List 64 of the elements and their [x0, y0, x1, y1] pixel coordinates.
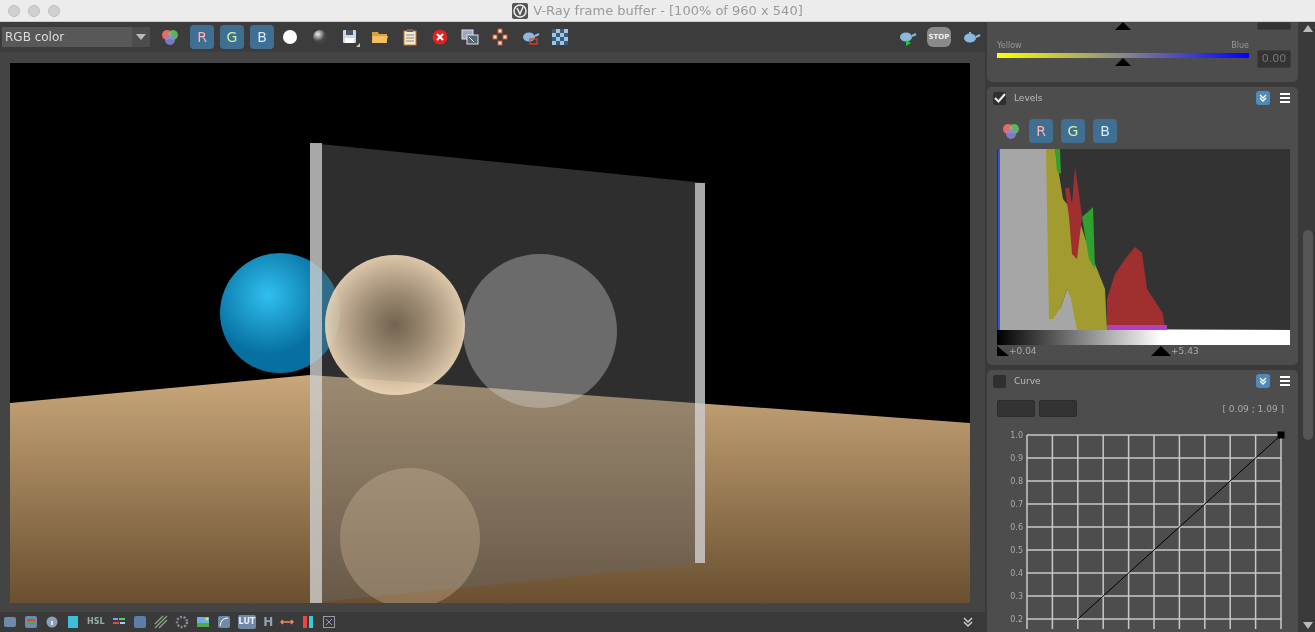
clipboard-icon[interactable]	[400, 27, 420, 47]
balance-slider-track[interactable]	[997, 53, 1249, 58]
scroll-down-icon[interactable]	[1302, 622, 1313, 629]
window-title: V-Ray frame buffer - [100% of 960 x 540]	[533, 3, 803, 18]
double-chevron-down-icon[interactable]	[961, 615, 975, 629]
slider-label: Yellow	[997, 41, 1022, 50]
rounded-square-icon[interactable]	[132, 615, 147, 629]
collapse-icon[interactable]	[1256, 374, 1270, 388]
curve-icon[interactable]	[216, 615, 231, 629]
input-low-value: +0.04	[1009, 346, 1037, 356]
curve-coordinates: [ 0.09 ; 1.09 ]	[1221, 403, 1285, 414]
channel-toggle-button[interactable]: B	[250, 25, 274, 49]
info-icon[interactable]	[45, 615, 59, 629]
gradient-icon[interactable]	[66, 615, 80, 629]
color-circles-icon[interactable]	[160, 27, 180, 47]
windows-icon[interactable]	[460, 27, 480, 47]
diagonal-lines-icon[interactable]	[153, 615, 168, 629]
window-icon[interactable]	[3, 615, 17, 629]
image-icon[interactable]	[195, 615, 210, 629]
axis-label: 0.3	[1010, 592, 1023, 601]
axis-label: 0.5	[1010, 546, 1023, 555]
checkerboard-icon[interactable]	[550, 27, 570, 47]
checkbox[interactable]	[993, 374, 1006, 388]
lut-icon[interactable]: LUT	[237, 615, 257, 629]
menu-icon[interactable]	[1278, 374, 1292, 388]
channel-toggle-button[interactable]: G	[220, 25, 244, 49]
floppy-disk-icon[interactable]	[340, 27, 360, 47]
number-field[interactable]	[1257, 22, 1291, 30]
channel-dropdown[interactable]: RGB color	[2, 27, 150, 47]
gear-icon[interactable]	[174, 615, 189, 629]
caret-icon	[136, 34, 146, 40]
axis-label: 0.9	[1010, 454, 1023, 463]
axis-label: 0.6	[1010, 523, 1023, 532]
channel-toggle-button[interactable]: R	[1029, 119, 1053, 143]
section-title: Curve	[1014, 376, 1042, 386]
menu-icon[interactable]	[1278, 91, 1292, 105]
channel-toggle-button[interactable]: B	[1093, 119, 1117, 143]
axis-label: 1.0	[1010, 431, 1023, 440]
scrollbar-thumb[interactable]	[1302, 230, 1313, 440]
network-nodes-icon[interactable]	[490, 27, 510, 47]
triangle-icon	[1115, 22, 1131, 30]
axis-label: 0.8	[1010, 477, 1023, 486]
frame-icon[interactable]	[322, 615, 337, 629]
channel-toggle-button[interactable]: G	[1061, 119, 1085, 143]
axis-label: 0.7	[1010, 500, 1023, 509]
axis-label: 0.2	[1010, 615, 1023, 624]
slider-label: Blue	[1231, 41, 1249, 50]
color-circles-icon[interactable]	[1001, 121, 1021, 141]
number-field[interactable]: 0.00	[1257, 50, 1291, 68]
axis-label: 0.4	[1010, 569, 1023, 578]
collapse-icon[interactable]	[1256, 91, 1270, 105]
curve-control-point[interactable]	[1277, 431, 1285, 439]
checkbox[interactable]	[993, 91, 1006, 105]
layers-icon[interactable]	[24, 615, 38, 629]
section-title: Levels	[1014, 93, 1044, 103]
hsl-icon[interactable]: HSL	[87, 615, 105, 629]
sphere-icon[interactable]	[310, 27, 330, 47]
channel-toggle-button[interactable]: R	[190, 25, 214, 49]
scroll-up-icon[interactable]	[1302, 25, 1313, 32]
h-icon[interactable]: H	[263, 615, 274, 629]
input-high-value: +5.43	[1171, 346, 1199, 356]
split-bars-icon[interactable]	[301, 615, 316, 629]
close-circle-icon[interactable]	[430, 27, 450, 47]
circle-icon[interactable]	[280, 27, 300, 47]
